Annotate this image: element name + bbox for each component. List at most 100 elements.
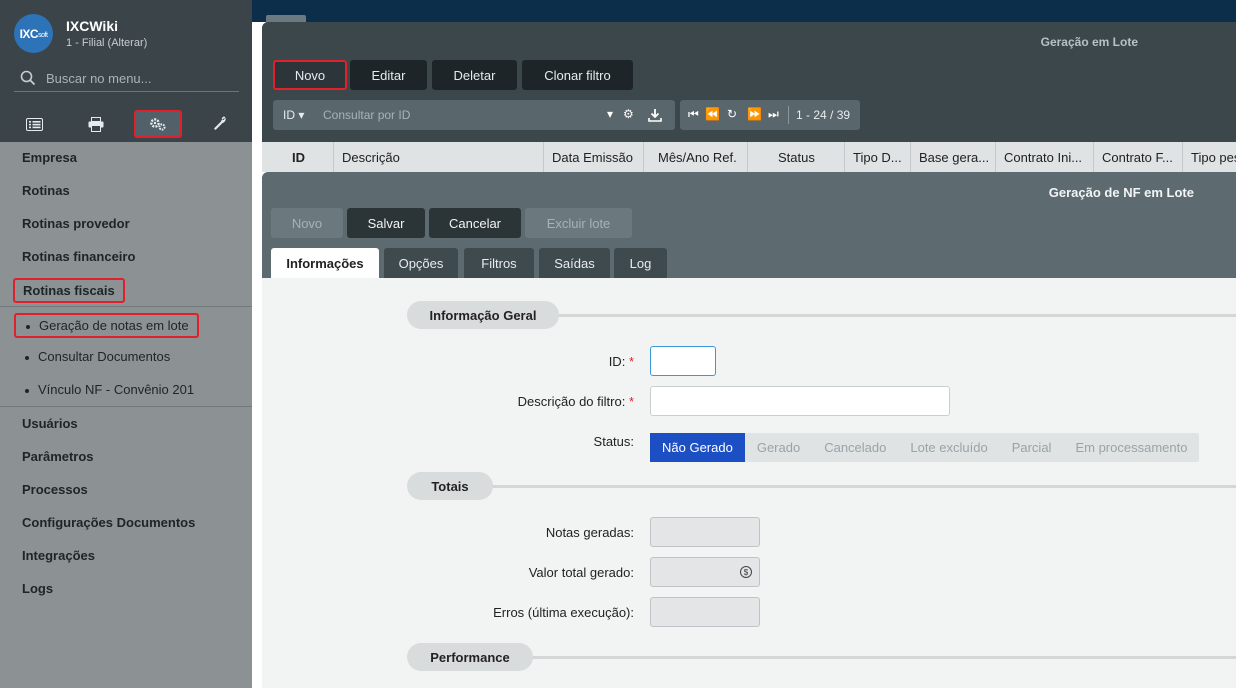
modal-cancelar-button[interactable]: Cancelar — [429, 208, 521, 238]
list-novo-button[interactable]: Novo — [273, 60, 347, 90]
tab-saidas[interactable]: Saídas — [539, 248, 610, 278]
first-page-icon[interactable]: ⏮ — [688, 107, 699, 122]
column-header-status[interactable]: Status — [748, 142, 845, 172]
status-option-gerado[interactable]: Gerado — [745, 433, 812, 462]
section-line — [531, 656, 1236, 659]
filter-bar: ID ▾ Consultar por ID ▾ ⚙ — [273, 100, 675, 130]
brand: IXC soft IXCWiki 1 - Filial (Alterar) — [14, 14, 254, 58]
caret-down-icon[interactable]: ▾ — [607, 107, 613, 121]
grid-header: ID Descrição Data Emissão Mês/Ano Ref. S… — [262, 142, 1236, 172]
modal-novo-button[interactable]: Novo — [271, 208, 343, 238]
column-header-contrato-final[interactable]: Contrato F... — [1094, 142, 1183, 172]
submenu-item-consultar-documentos[interactable]: Consultar Documentos — [25, 349, 170, 364]
menu-item-configuracoes-documentos[interactable]: Configurações Documentos — [22, 515, 195, 530]
menu-item-processos[interactable]: Processos — [22, 482, 88, 497]
page-range: 1 - 24 / 39 — [796, 108, 851, 122]
list-window-title: Geração em Lote — [1040, 35, 1138, 49]
status-option-nao-gerado[interactable]: Não Gerado — [650, 433, 745, 462]
column-header-data-emissao[interactable]: Data Emissão — [544, 142, 644, 172]
tab-log[interactable]: Log — [614, 248, 667, 278]
column-header-tipo-d[interactable]: Tipo D... — [845, 142, 911, 172]
valor-total-label: Valor total gerado: — [528, 565, 634, 580]
column-header-mes-ano[interactable]: Mês/Ano Ref. — [644, 142, 748, 172]
filter-search-input[interactable]: Consultar por ID — [323, 108, 410, 122]
column-header-tipo-pessoa[interactable]: Tipo pes — [1183, 142, 1236, 172]
modal-salvar-button[interactable]: Salvar — [347, 208, 425, 238]
wrench-icon — [214, 116, 226, 130]
modal-title: Geração de NF em Lote — [1048, 185, 1194, 200]
notas-geradas-field — [650, 517, 760, 547]
menu-item-rotinas[interactable]: Rotinas — [22, 183, 70, 198]
menu-item-integracoes[interactable]: Integrações — [22, 548, 95, 563]
list-deletar-button[interactable]: Deletar — [432, 60, 517, 90]
list-icon-button[interactable] — [10, 110, 58, 138]
section-title: Performance — [407, 643, 533, 671]
wrench-icon-button[interactable] — [196, 110, 244, 138]
workspace-top-bar — [252, 0, 1236, 22]
pager-separator — [788, 106, 789, 124]
status-option-em-processamento[interactable]: Em processamento — [1063, 433, 1199, 462]
tab-opcoes[interactable]: Opções — [384, 248, 458, 278]
filter-field-select[interactable]: ID ▾ — [283, 108, 304, 122]
column-header-id[interactable]: ID — [262, 142, 334, 172]
id-input[interactable] — [650, 346, 716, 376]
sidebar: IXC soft IXCWiki 1 - Filial (Alterar) Bus… — [0, 0, 252, 688]
list-icon — [25, 117, 43, 131]
status-segmented-control: Não Gerado Gerado Cancelado Lote excluíd… — [650, 433, 1200, 462]
status-label: Status: — [593, 434, 634, 449]
previous-page-icon[interactable]: ⏪ — [705, 107, 720, 121]
section-title: Informação Geral — [407, 301, 559, 329]
menu-search-input[interactable]: Buscar no menu... — [14, 66, 239, 92]
menu-item-rotinas-provedor[interactable]: Rotinas provedor — [22, 216, 130, 231]
modal-body: Informação Geral ID: * Descrição do filt… — [262, 278, 1236, 688]
gears-icon — [150, 118, 166, 131]
bullet — [26, 324, 30, 329]
modal-excluir-lote-button[interactable]: Excluir lote — [525, 208, 632, 238]
section-line — [547, 314, 1236, 317]
list-editar-button[interactable]: Editar — [350, 60, 427, 90]
column-header-base-geracao[interactable]: Base gera... — [911, 142, 996, 172]
tab-informacoes[interactable]: Informações — [271, 248, 379, 278]
column-header-contrato-inicial[interactable]: Contrato Ini... — [996, 142, 1094, 172]
sidebar-icon-bar — [0, 106, 252, 142]
section-totais: Totais — [407, 472, 1236, 500]
gears-icon-button[interactable] — [134, 110, 182, 138]
printer-icon-button[interactable] — [72, 110, 120, 138]
currency-icon: $ — [740, 566, 752, 578]
bullet — [25, 355, 29, 360]
menu-item-rotinas-fiscais[interactable]: Rotinas fiscais — [13, 278, 125, 303]
column-header-descricao[interactable]: Descrição — [334, 142, 544, 172]
status-option-lote-excluido[interactable]: Lote excluído — [898, 433, 999, 462]
printer-icon — [88, 116, 104, 132]
modal-header: Geração de NF em Lote Novo Salvar Cancel… — [262, 172, 1236, 278]
last-page-icon[interactable]: ⏭ — [768, 107, 779, 122]
download-icon[interactable] — [648, 108, 662, 122]
sidebar-menu: Empresa Rotinas Rotinas provedor Rotinas… — [0, 142, 252, 688]
submenu-item-vinculo-nf[interactable]: Vínculo NF - Convênio 201 — [25, 382, 194, 397]
menu-item-empresa[interactable]: Empresa — [22, 150, 77, 165]
notas-geradas-label: Notas geradas: — [545, 525, 634, 540]
menu-item-usuarios[interactable]: Usuários — [22, 416, 78, 431]
section-informacao-geral: Informação Geral — [407, 301, 1236, 329]
status-option-parcial[interactable]: Parcial — [1000, 433, 1064, 462]
refresh-icon[interactable]: ↻ — [727, 107, 737, 121]
menu-item-rotinas-financeiro[interactable]: Rotinas financeiro — [22, 249, 135, 264]
menu-item-logs[interactable]: Logs — [22, 581, 53, 596]
descricao-label: Descrição do filtro: * — [517, 394, 634, 409]
descricao-input[interactable] — [650, 386, 950, 416]
menu-item-parametros[interactable]: Parâmetros — [22, 449, 94, 464]
next-page-icon[interactable]: ⏩ — [747, 107, 762, 121]
search-icon — [20, 70, 36, 86]
app-title: IXCWiki — [66, 18, 118, 34]
branch-switcher[interactable]: 1 - Filial (Alterar) — [66, 37, 147, 49]
gears-icon[interactable]: ⚙ — [623, 107, 634, 121]
submenu-label: Consultar Documentos — [38, 349, 171, 364]
submenu-label: Geração de notas em lote — [39, 318, 189, 333]
erros-label: Erros (última execução): — [493, 605, 634, 620]
tab-filtros[interactable]: Filtros — [464, 248, 534, 278]
status-option-cancelado[interactable]: Cancelado — [812, 433, 898, 462]
valor-total-field: $ — [650, 557, 760, 587]
submenu-item-geracao-notas[interactable]: Geração de notas em lote — [14, 313, 199, 338]
company-logo[interactable]: IXC soft — [14, 14, 53, 53]
list-clonar-filtro-button[interactable]: Clonar filtro — [522, 60, 633, 90]
